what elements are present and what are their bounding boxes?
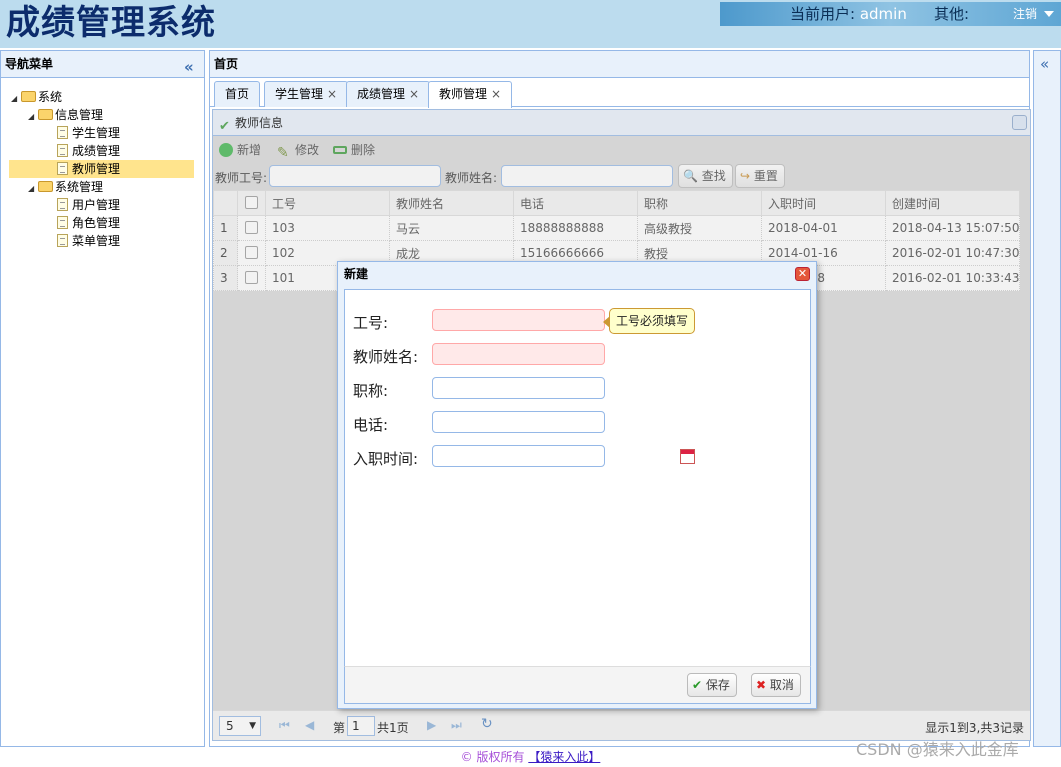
close-icon[interactable]: × <box>327 87 337 101</box>
dialog-form: 工号: 工号必须填写 教师姓名: 职称: 电话: 入职时间: <box>344 289 811 668</box>
close-icon[interactable]: × <box>491 87 501 101</box>
teacher-id-field[interactable] <box>432 309 605 331</box>
tab-grades[interactable]: 成绩管理 × <box>346 81 431 107</box>
tab-home[interactable]: 首页 <box>214 81 261 107</box>
nav-title: 导航菜单 <box>5 57 54 71</box>
cross-icon: ✖ <box>756 678 767 692</box>
username: admin <box>859 5 907 23</box>
nav-panel: 导航菜单 « ◢ 系统 ◢ 信息管理 学生管理 成绩管理 教师管理 ◢ 系统管理 用户… <box>0 50 205 747</box>
file-icon <box>57 162 68 175</box>
chevron-down-icon[interactable] <box>1044 11 1054 17</box>
field-name-label: 教师姓名: <box>353 348 419 366</box>
user-bar: 当前用户: admin 其他: 注销 <box>720 2 1061 26</box>
current-user: 当前用户: admin <box>790 5 907 23</box>
tree-node-root[interactable]: ◢ 系统 <box>11 88 62 106</box>
dialog-title: 新建 <box>344 267 369 281</box>
field-hired-label: 入职时间: <box>353 450 419 468</box>
nav-panel-header: 导航菜单 « <box>1 51 204 78</box>
close-icon[interactable]: ✕ <box>795 267 810 281</box>
field-title-label: 职称: <box>353 382 389 400</box>
east-panel: « <box>1033 50 1061 747</box>
check-icon: ✔ <box>692 678 703 692</box>
folder-icon <box>21 91 36 102</box>
teacher-title-field[interactable] <box>432 377 605 399</box>
other-label: 其他: <box>934 5 970 23</box>
app-header: 成绩管理系统 当前用户: admin 其他: 注销 <box>0 0 1061 48</box>
new-teacher-dialog: 新建 ✕ 工号: 工号必须填写 教师姓名: 职称: 电话: 入职时间: ✔ 保存… <box>337 261 817 709</box>
app-title: 成绩管理系统 <box>6 3 216 43</box>
tree-item-grades[interactable]: 成绩管理 <box>57 142 120 160</box>
file-icon <box>57 216 68 229</box>
tree-node-info[interactable]: ◢ 信息管理 <box>28 106 103 124</box>
tree-node-system[interactable]: ◢ 系统管理 <box>28 178 103 196</box>
teacher-name-field[interactable] <box>432 343 605 365</box>
tree-item-teachers[interactable]: 教师管理 <box>9 160 194 178</box>
tree-item-roles[interactable]: 角色管理 <box>57 214 120 232</box>
file-icon <box>57 144 68 157</box>
teacher-phone-field[interactable] <box>432 411 605 433</box>
file-icon <box>57 198 68 211</box>
footer-link[interactable]: 【猿来入此】 <box>528 750 600 764</box>
copyright-text: © 版权所有 <box>460 750 525 764</box>
tree-item-users[interactable]: 用户管理 <box>57 196 120 214</box>
file-icon <box>57 126 68 139</box>
dialog-footer: ✔ 保存 ✖ 取消 <box>344 666 811 704</box>
tree-item-students[interactable]: 学生管理 <box>57 124 120 142</box>
tab-strip: 首页 学生管理 × 成绩管理 × 教师管理 × <box>210 78 1029 108</box>
validation-tooltip: 工号必须填写 <box>602 308 696 334</box>
center-panel-header: 首页 <box>210 51 1029 78</box>
calendar-icon[interactable] <box>680 449 695 464</box>
folder-icon <box>38 181 53 192</box>
file-icon <box>57 234 68 247</box>
close-icon[interactable]: × <box>409 87 419 101</box>
tree-item-menus[interactable]: 菜单管理 <box>57 232 120 250</box>
tab-teachers[interactable]: 教师管理 × <box>428 81 513 108</box>
expand-right-icon[interactable]: « <box>1040 55 1049 73</box>
watermark: CSDN @猿来入此金库 <box>856 740 1019 759</box>
center-title: 首页 <box>214 57 239 71</box>
field-id-label: 工号: <box>353 314 389 332</box>
save-button[interactable]: ✔ 保存 <box>687 673 737 697</box>
tab-students[interactable]: 学生管理 × <box>264 81 349 107</box>
cancel-button[interactable]: ✖ 取消 <box>751 673 801 697</box>
field-phone-label: 电话: <box>353 416 389 434</box>
logout-button[interactable]: 注销 <box>1013 2 1037 26</box>
folder-icon <box>38 109 53 120</box>
hire-date-field[interactable] <box>432 445 695 467</box>
collapse-left-icon[interactable]: « <box>184 54 194 80</box>
